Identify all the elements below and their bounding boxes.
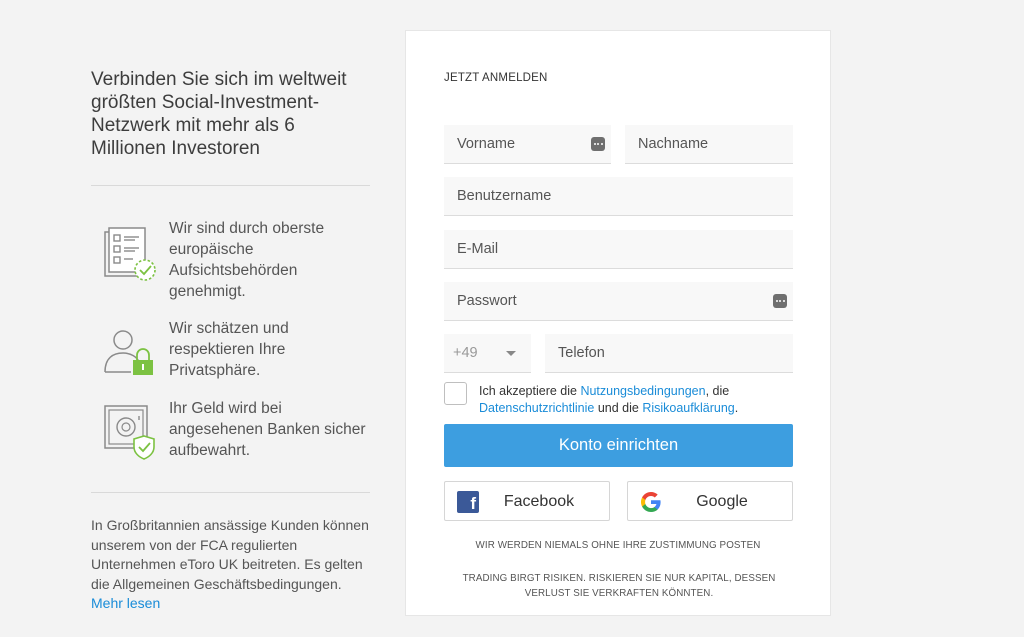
feature-regulated: Wir sind durch oberste europäische Aufsi… <box>91 218 370 300</box>
divider <box>91 185 370 186</box>
facebook-label: Facebook <box>503 493 575 510</box>
divider <box>91 492 370 493</box>
phone-input[interactable] <box>545 334 793 372</box>
password-input[interactable] <box>444 282 793 320</box>
create-account-button[interactable]: Konto einrichten <box>444 424 793 467</box>
uk-note: In Großbritannien ansässige Kunden könne… <box>91 516 376 614</box>
terms-suffix: . <box>734 401 739 415</box>
terms-of-use-link[interactable]: Nutzungsbedingungen <box>580 384 705 398</box>
password-manager-icon[interactable] <box>773 294 787 308</box>
username-input[interactable] <box>444 177 793 215</box>
country-code-select[interactable]: +49 <box>444 334 531 373</box>
privacy-policy-link[interactable]: Datenschutzrichtlinie <box>479 401 594 415</box>
chevron-down-icon <box>506 351 516 356</box>
terms-prefix: Ich akzeptiere die <box>479 384 581 398</box>
username-field <box>444 177 793 216</box>
terms-text: Ich akzeptiere die Nutzungsbedingungen, … <box>479 383 799 417</box>
headline: Verbinden Sie sich im weltweit größten S… <box>91 69 347 159</box>
read-more-link[interactable]: Mehr lesen <box>91 595 160 611</box>
terms-sep: , die <box>705 384 730 398</box>
signup-panel: JETZT ANMELDEN +49 Ich akzeptiere die Nu… <box>405 30 831 616</box>
uk-note-text: In Großbritannien ansässige Kunden könne… <box>91 517 369 592</box>
feature-privacy: Wir schätzen und respektieren Ihre Priva… <box>91 318 370 398</box>
risk-disclaimer: TRADING BIRGT RISIKEN. RISKIEREN SIE NUR… <box>462 573 776 599</box>
form-title: JETZT ANMELDEN <box>444 72 548 84</box>
safe-shield-icon <box>101 402 159 466</box>
feature-text: Wir schätzen und respektieren Ihre Priva… <box>169 320 289 379</box>
email-input[interactable] <box>444 230 793 268</box>
no-post-disclaimer: WIR WERDEN NIEMALS OHNE IHRE ZUSTIMMUNG … <box>475 540 761 551</box>
risk-disclosure-link[interactable]: Risikoaufklärung <box>642 401 734 415</box>
first-name-input[interactable] <box>444 125 611 163</box>
country-code-value: +49 <box>453 345 478 361</box>
left-column: Verbinden Sie sich im weltweit größten S… <box>91 68 370 160</box>
feature-safe-funds: Ihr Geld wird bei angesehenen Banken sic… <box>91 398 370 478</box>
terms-checkbox[interactable] <box>444 382 467 405</box>
google-label: Google <box>696 493 748 510</box>
last-name-input[interactable] <box>625 125 793 163</box>
google-button[interactable]: Google <box>627 481 793 521</box>
feature-text: Wir sind durch oberste europäische Aufsi… <box>169 220 325 300</box>
feature-text: Ihr Geld wird bei angesehenen Banken sic… <box>169 400 366 459</box>
email-field <box>444 230 793 269</box>
user-lock-icon <box>101 322 159 386</box>
password-field <box>444 282 793 321</box>
phone-field <box>545 334 793 373</box>
first-name-field <box>444 125 611 164</box>
terms-sep: und die <box>594 401 643 415</box>
password-manager-icon[interactable] <box>591 137 605 151</box>
checklist-icon <box>101 222 159 286</box>
last-name-field <box>625 125 793 164</box>
facebook-button[interactable]: f Facebook <box>444 481 610 521</box>
